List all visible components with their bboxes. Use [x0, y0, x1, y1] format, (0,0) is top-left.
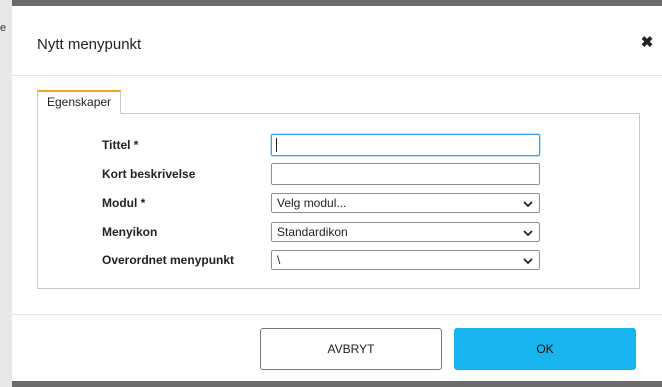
menu-icon-label: Menyikon — [102, 225, 158, 239]
form-row-short-description: Kort beskrivelse — [38, 163, 641, 187]
background-text-fragment: e — [0, 22, 7, 34]
background-app-edge — [0, 0, 12, 387]
menu-icon-select[interactable]: Standardikon — [271, 222, 540, 242]
chevron-down-icon — [523, 230, 533, 237]
ok-button[interactable]: OK — [454, 328, 636, 370]
dialog-footer: AVBRYT OK — [12, 314, 662, 381]
new-menu-item-dialog: Nytt menypunkt ✖ Egenskaper Tittel * Kor… — [12, 6, 662, 381]
module-selected-value: Velg modul... — [277, 196, 347, 210]
form-row-module: Modul * Velg modul... — [38, 192, 641, 216]
parent-item-selected-value: \ — [277, 253, 281, 267]
module-label: Modul * — [102, 196, 146, 210]
cancel-button[interactable]: AVBRYT — [260, 328, 442, 370]
title-input[interactable] — [271, 134, 540, 156]
parent-item-select[interactable]: \ — [271, 250, 540, 270]
chevron-down-icon — [523, 258, 533, 265]
properties-panel: Tittel * Kort beskrivelse Modul * Velg m… — [37, 113, 640, 289]
form-row-title: Tittel * — [38, 134, 641, 158]
text-cursor — [276, 138, 277, 152]
menu-icon-selected-value: Standardikon — [277, 225, 348, 239]
tab-egenskaper[interactable]: Egenskaper — [37, 90, 122, 114]
parent-item-label: Overordnet menypunkt — [102, 253, 235, 267]
chevron-down-icon — [523, 201, 533, 208]
close-icon[interactable]: ✖ — [638, 34, 656, 52]
title-label: Tittel * — [102, 138, 139, 152]
form-row-menu-icon: Menyikon Standardikon — [38, 221, 641, 245]
module-select[interactable]: Velg modul... — [271, 193, 540, 213]
short-description-input[interactable] — [271, 163, 540, 185]
dialog-title: Nytt menypunkt — [37, 36, 142, 53]
dialog-header: Nytt menypunkt ✖ — [12, 6, 662, 76]
form-row-parent-item: Overordnet menypunkt \ — [38, 249, 641, 273]
short-description-label: Kort beskrivelse — [102, 167, 196, 181]
